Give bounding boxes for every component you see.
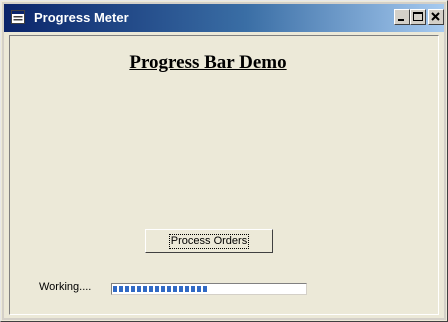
page-title: Progress Bar Demo — [129, 52, 287, 73]
process-orders-label: Process Orders — [168, 233, 250, 249]
progress-bar-fill — [113, 286, 209, 292]
window-title: Progress Meter — [34, 10, 129, 25]
title-bar[interactable]: Progress Meter — [4, 4, 444, 32]
minimize-button[interactable] — [394, 9, 410, 25]
form-icon — [11, 10, 25, 24]
close-icon — [431, 12, 440, 21]
maximize-icon — [413, 12, 423, 21]
app-window: Progress Meter Progress Bar Demo Process… — [0, 0, 448, 322]
progress-bar — [111, 283, 307, 295]
status-label: Working.... — [39, 281, 92, 293]
process-orders-button[interactable]: Process Orders — [145, 229, 273, 253]
form-client-area: Progress Bar Demo Process Orders Working… — [9, 35, 439, 315]
minimize-icon — [398, 19, 404, 21]
close-button[interactable] — [428, 9, 444, 25]
maximize-button[interactable] — [410, 9, 426, 25]
